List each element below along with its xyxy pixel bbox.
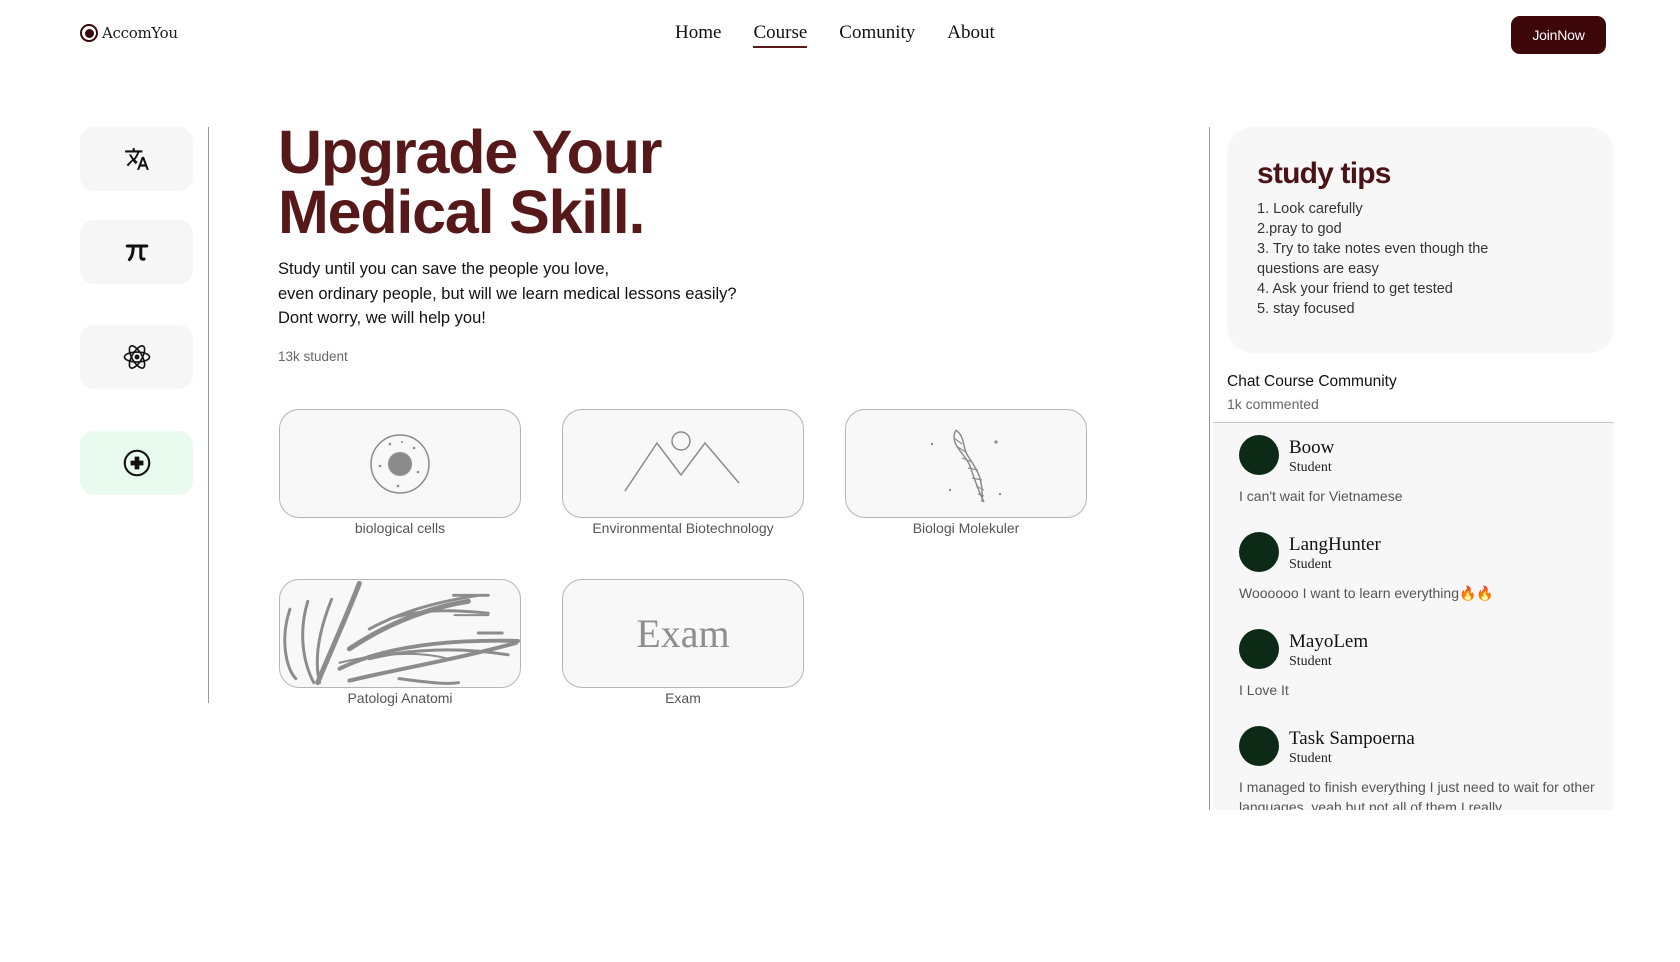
join-now-button[interactable]: JoinNow: [1511, 16, 1606, 54]
atom-icon: [123, 345, 150, 369]
cell-icon: [370, 433, 430, 494]
brand-name: AccomYou: [102, 24, 178, 42]
desc-line-1: Study until you can save the people you …: [278, 260, 610, 278]
sidebar-item-language[interactable]: [80, 127, 193, 191]
commenter-name[interactable]: MayoLem: [1289, 631, 1368, 653]
tip-item: 2.pray to god: [1257, 221, 1342, 237]
chat-comment-count: 1k commented: [1227, 396, 1319, 412]
chat-title: Chat Course Community: [1227, 373, 1397, 390]
comment-text: I can't wait for Vietnamese: [1239, 488, 1403, 504]
nav-about[interactable]: About: [947, 22, 995, 48]
course-card-biological-cells[interactable]: [279, 409, 521, 518]
chat-comment-list[interactable]: Boow Student I can't wait for Vietnamese…: [1213, 423, 1614, 810]
sidebar-divider: [208, 127, 209, 703]
tip-item: 4. Ask your friend to get tested: [1257, 281, 1453, 297]
course-label: Exam: [665, 690, 701, 706]
nav-course[interactable]: Course: [753, 22, 808, 48]
tip-item: 3. Try to take notes even though the que…: [1257, 241, 1489, 277]
avatar[interactable]: [1239, 435, 1279, 475]
avatar[interactable]: [1239, 629, 1279, 669]
avatar[interactable]: [1239, 532, 1279, 572]
commenter-name[interactable]: Boow: [1289, 437, 1334, 459]
translate-icon: [124, 148, 149, 170]
tip-item: 1. Look carefully: [1257, 201, 1363, 217]
page-title: Upgrade Your Medical Skill.: [278, 122, 838, 243]
exam-card-text: Exam: [636, 611, 730, 656]
sidebar-item-math[interactable]: [80, 220, 193, 284]
course-card-biologi-molekuler[interactable]: [845, 409, 1087, 518]
commenter-role: Student: [1289, 557, 1332, 572]
hero-description: Study until you can save the people you …: [278, 257, 737, 331]
comment-text: I Love It: [1239, 682, 1289, 698]
tip-item: 5. stay focused: [1257, 301, 1355, 317]
student-count: 13k student: [278, 349, 348, 364]
sidebar-item-medical[interactable]: [80, 431, 193, 495]
course-label: biological cells: [354, 520, 446, 536]
commenter-role: Student: [1289, 751, 1332, 766]
course-label: Biologi Molekuler: [912, 520, 1020, 536]
mountain-icon: [624, 430, 740, 491]
avatar[interactable]: [1239, 726, 1279, 766]
title-line-1: Upgrade Your: [278, 118, 662, 186]
tissue-sketch-icon: [283, 580, 520, 686]
commenter-name[interactable]: LangHunter: [1289, 534, 1381, 556]
study-tips-card: study tips 1. Look carefully 2.pray to g…: [1227, 127, 1614, 353]
course-card-exam[interactable]: Exam: [562, 579, 804, 688]
course-card-environmental-biotechnology[interactable]: [562, 409, 804, 518]
course-label: Patologi Anatomi: [347, 690, 453, 706]
logo-icon: [80, 24, 98, 42]
desc-line-2: even ordinary people, but will we learn …: [278, 284, 737, 303]
brand-logo[interactable]: AccomYou: [80, 24, 178, 42]
nav-comunity[interactable]: Comunity: [839, 22, 915, 48]
course-card-patologi-anatomi[interactable]: [279, 579, 521, 688]
commenter-role: Student: [1289, 654, 1332, 669]
sidebar-item-science[interactable]: [80, 325, 193, 389]
course-label: Environmental Biotechnology: [592, 520, 774, 536]
main-nav: Home Course Comunity About: [675, 22, 995, 48]
commenter-role: Student: [1289, 460, 1332, 475]
right-panel-divider: [1209, 127, 1210, 810]
pi-icon: [125, 244, 148, 262]
comment-text: I managed to finish everything I just ne…: [1239, 779, 1595, 810]
desc-line-3: Dont worry, we will help you!: [278, 309, 486, 327]
study-tips-title: study tips: [1257, 157, 1391, 190]
medical-cross-icon: [123, 449, 150, 477]
nav-home[interactable]: Home: [675, 22, 721, 48]
title-line-2: Medical Skill.: [278, 178, 645, 246]
comment-text: Woooooo I want to learn everything🔥🔥: [1239, 585, 1494, 601]
study-tips-list: 1. Look carefully 2.pray to god 3. Try t…: [1257, 199, 1517, 319]
dna-icon: [930, 428, 1002, 502]
commenter-name[interactable]: Task Sampoerna: [1289, 728, 1415, 750]
